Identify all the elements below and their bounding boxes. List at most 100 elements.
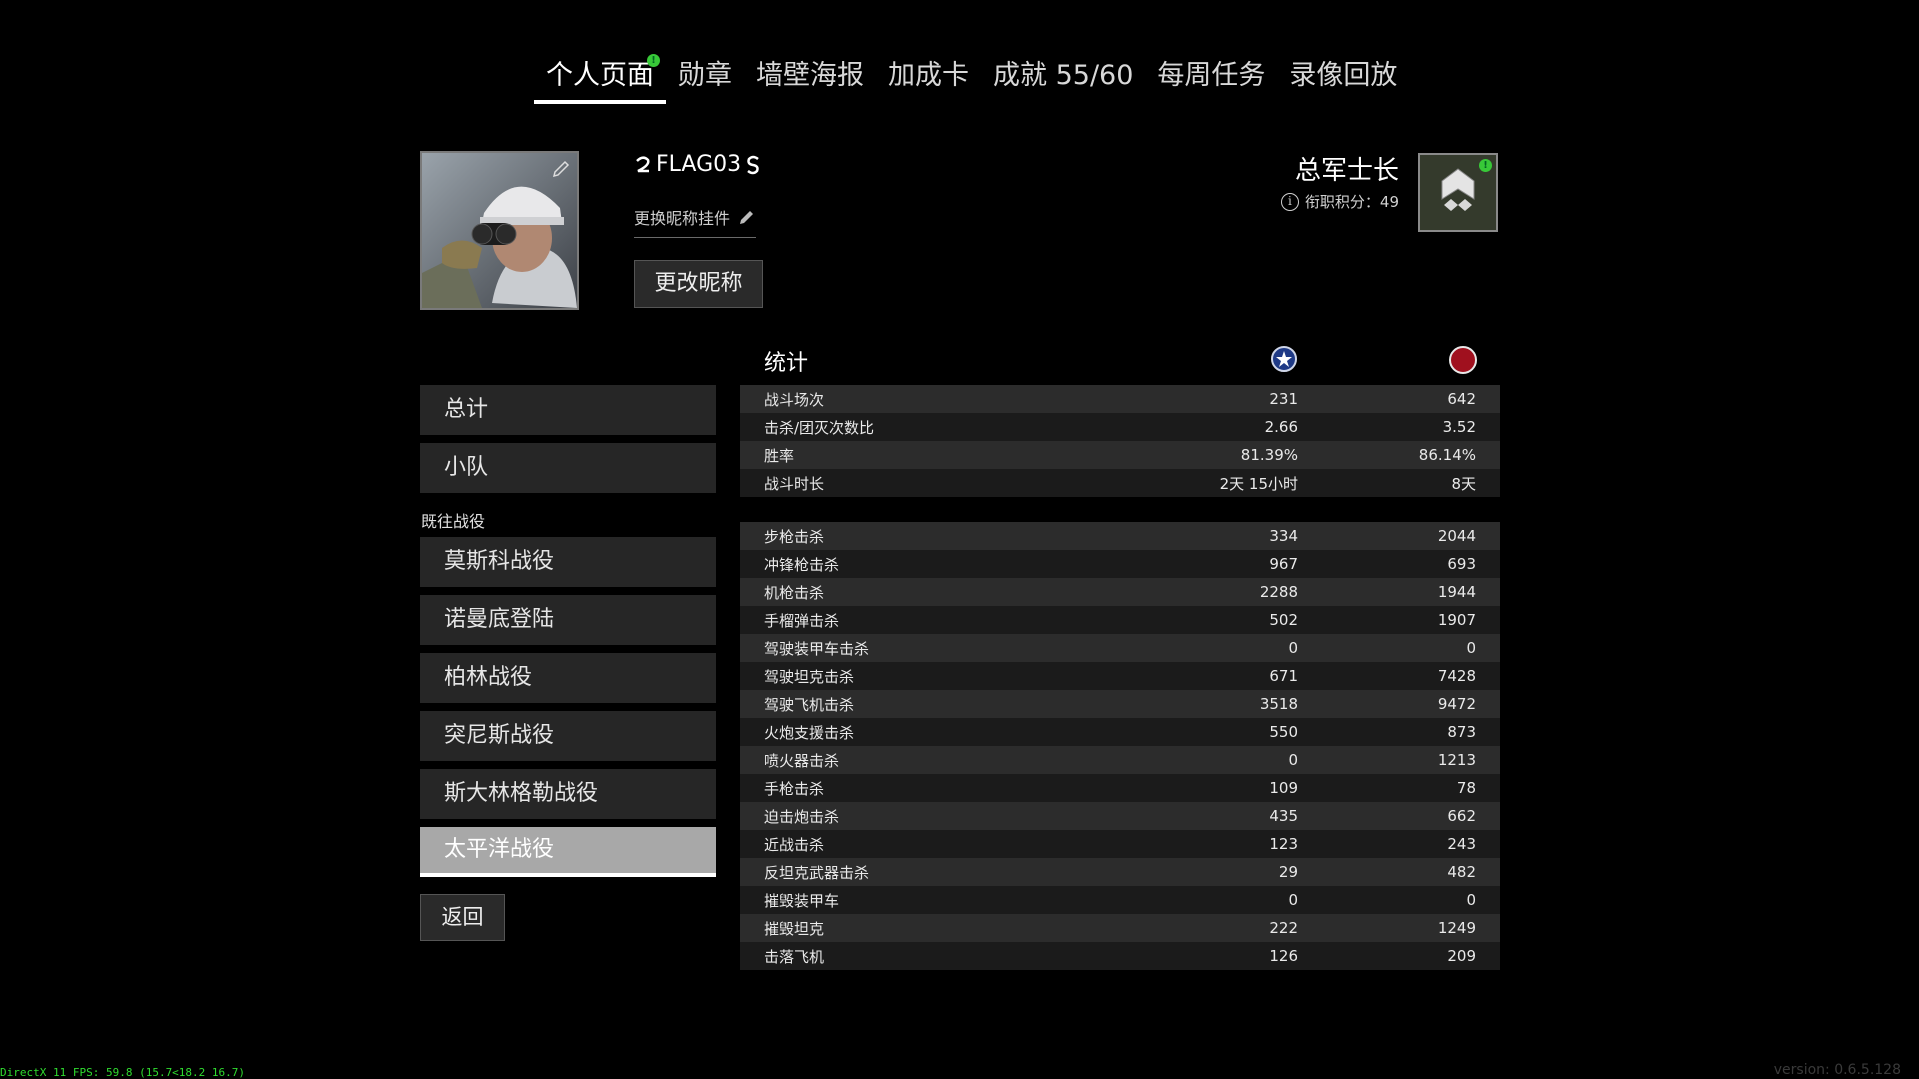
tab-label: 每周任务 bbox=[1157, 60, 1266, 91]
stat-value-allies: 2天 15小时 bbox=[1219, 474, 1298, 493]
rank-name: 总军士长 bbox=[1294, 156, 1399, 186]
stat-value-allies: 3518 bbox=[1259, 695, 1298, 713]
tab-label: 勋章 bbox=[678, 60, 732, 91]
menu-item-label: 总计 bbox=[444, 397, 489, 422]
menu-item-label: 斯大林格勒战役 bbox=[444, 781, 599, 806]
kill-stats-table: 步枪击杀 334 2044 冲锋枪击杀 967 693 机枪击杀 2288 1944 手榴弹击杀 5… bbox=[740, 522, 1500, 970]
menu-item-label: 莫斯科战役 bbox=[444, 549, 555, 574]
star-icon bbox=[1276, 351, 1292, 367]
stat-value-allies: 231 bbox=[1269, 390, 1298, 408]
info-icon[interactable]: i bbox=[1280, 192, 1299, 211]
stat-label: 战斗场次 bbox=[764, 390, 825, 409]
top-tab-bar: 个人页面 ! 勋章 墙壁海报 加成卡 成就 55/60 每周任务 录像回放 bbox=[534, 54, 1409, 106]
campaign-pacific[interactable]: 太平洋战役 bbox=[420, 827, 716, 877]
rank-points: i 衔职积分：49 bbox=[1280, 191, 1399, 212]
stat-label: 机枪击杀 bbox=[764, 583, 825, 602]
menu-item-label: 诺曼底登陆 bbox=[444, 607, 555, 632]
tab-profile[interactable]: 个人页面 ! bbox=[534, 54, 666, 106]
change-nameplate-link[interactable]: 更换昵称挂件 bbox=[634, 205, 757, 238]
stat-label: 喷火器击杀 bbox=[764, 751, 840, 770]
stat-value-axis: 642 bbox=[1447, 390, 1476, 408]
notification-badge: ! bbox=[647, 54, 660, 67]
stat-value-allies: 126 bbox=[1269, 947, 1298, 965]
stat-value-allies: 29 bbox=[1278, 863, 1298, 881]
stat-label: 摧毁坦克 bbox=[764, 919, 825, 938]
stat-value-axis: 209 bbox=[1447, 947, 1476, 965]
stat-value-axis: 662 bbox=[1447, 807, 1476, 825]
stat-value-axis: 0 bbox=[1466, 891, 1476, 909]
stat-value-allies: 123 bbox=[1269, 835, 1298, 853]
tab-weekly-tasks[interactable]: 每周任务 bbox=[1145, 54, 1277, 106]
stat-value-allies: 967 bbox=[1269, 555, 1298, 573]
campaign-normandy[interactable]: 诺曼底登陆 bbox=[420, 595, 716, 645]
tab-medals[interactable]: 勋章 bbox=[666, 54, 744, 106]
menu-item-label: 小队 bbox=[444, 455, 489, 480]
campaign-stalingrad[interactable]: 斯大林格勒战役 bbox=[420, 769, 716, 819]
tab-boosters[interactable]: 加成卡 bbox=[876, 54, 981, 106]
menu-item-squad[interactable]: 小队 bbox=[420, 443, 716, 493]
stat-value-allies: 0 bbox=[1288, 639, 1298, 657]
campaign-berlin[interactable]: 柏林战役 bbox=[420, 653, 716, 703]
version-label: version: 0.6.5.128 bbox=[1773, 1062, 1901, 1078]
back-button[interactable]: 返回 bbox=[420, 894, 505, 941]
stat-label: 手榴弹击杀 bbox=[764, 611, 840, 630]
pencil-icon bbox=[740, 211, 754, 224]
notification-badge: ! bbox=[1479, 159, 1492, 172]
tab-posters[interactable]: 墙壁海报 bbox=[744, 54, 876, 106]
menu-item-label: 突尼斯战役 bbox=[444, 723, 555, 748]
stat-label: 步枪击杀 bbox=[764, 527, 825, 546]
menu-item-total[interactable]: 总计 bbox=[420, 385, 716, 435]
avatar[interactable] bbox=[420, 151, 579, 310]
stat-value-axis: 1249 bbox=[1437, 919, 1476, 937]
tab-replays[interactable]: 录像回放 bbox=[1277, 54, 1409, 106]
stat-label: 驾驶飞机击杀 bbox=[764, 695, 855, 714]
stats-row: 喷火器击杀 0 1213 bbox=[740, 746, 1500, 774]
stats-row: 摧毁装甲车 0 0 bbox=[740, 886, 1500, 914]
stat-value-axis: 3.52 bbox=[1442, 418, 1476, 436]
stat-value-axis: 243 bbox=[1447, 835, 1476, 853]
stat-value-axis: 86.14% bbox=[1418, 446, 1476, 464]
tab-achievements[interactable]: 成就 55/60 bbox=[981, 54, 1145, 106]
rank-badge[interactable]: ! bbox=[1418, 153, 1498, 232]
tab-label: 个人页面 bbox=[546, 60, 654, 91]
stats-row: 战斗场次 231 642 bbox=[740, 385, 1500, 413]
stat-value-allies: 334 bbox=[1269, 527, 1298, 545]
campaign-moscow[interactable]: 莫斯科战役 bbox=[420, 537, 716, 587]
stats-row: 反坦克武器击杀 29 482 bbox=[740, 858, 1500, 886]
stats-title: 统计 bbox=[764, 351, 809, 376]
stat-label: 火炮支援击杀 bbox=[764, 723, 855, 742]
menu-item-label: 太平洋战役 bbox=[444, 837, 555, 862]
tab-label: 成就 55/60 bbox=[993, 60, 1134, 91]
stats-row: 击杀/团灭次数比 2.66 3.52 bbox=[740, 413, 1500, 441]
stats-row: 手枪击杀 109 78 bbox=[740, 774, 1500, 802]
nickname-prefix-icon bbox=[636, 156, 650, 172]
stat-label: 战斗时长 bbox=[764, 474, 825, 493]
rename-button[interactable]: 更改昵称 bbox=[634, 260, 763, 308]
nickname-suffix-icon bbox=[747, 155, 759, 174]
stat-value-allies: 502 bbox=[1269, 611, 1298, 629]
stat-value-allies: 435 bbox=[1269, 807, 1298, 825]
stat-value-axis: 9472 bbox=[1437, 695, 1476, 713]
summary-stats-table: 战斗场次 231 642 击杀/团灭次数比 2.66 3.52 胜率 81.39% 86.14%… bbox=[740, 385, 1500, 497]
stat-value-allies: 550 bbox=[1269, 723, 1298, 741]
axis-faction-icon bbox=[1449, 346, 1477, 374]
nickname-text: FLAG03 bbox=[656, 152, 742, 177]
change-nameplate-label: 更换昵称挂件 bbox=[634, 209, 731, 228]
stat-value-axis: 1907 bbox=[1437, 611, 1476, 629]
stat-label: 胜率 bbox=[764, 446, 795, 465]
stat-value-allies: 81.39% bbox=[1240, 446, 1298, 464]
stats-row: 步枪击杀 334 2044 bbox=[740, 522, 1500, 550]
stat-value-axis: 1213 bbox=[1437, 751, 1476, 769]
tab-label: 加成卡 bbox=[888, 60, 969, 91]
stats-row: 近战击杀 123 243 bbox=[740, 830, 1500, 858]
stat-value-allies: 2288 bbox=[1259, 583, 1298, 601]
stats-row: 驾驶装甲车击杀 0 0 bbox=[740, 634, 1500, 662]
campaign-tunisia[interactable]: 突尼斯战役 bbox=[420, 711, 716, 761]
stat-value-axis: 482 bbox=[1447, 863, 1476, 881]
stat-label: 冲锋枪击杀 bbox=[764, 555, 840, 574]
stat-value-axis: 2044 bbox=[1437, 527, 1476, 545]
stat-value-allies: 109 bbox=[1269, 779, 1298, 797]
edit-pencil-icon[interactable] bbox=[551, 159, 571, 179]
stat-value-axis: 0 bbox=[1466, 639, 1476, 657]
stats-row: 机枪击杀 2288 1944 bbox=[740, 578, 1500, 606]
